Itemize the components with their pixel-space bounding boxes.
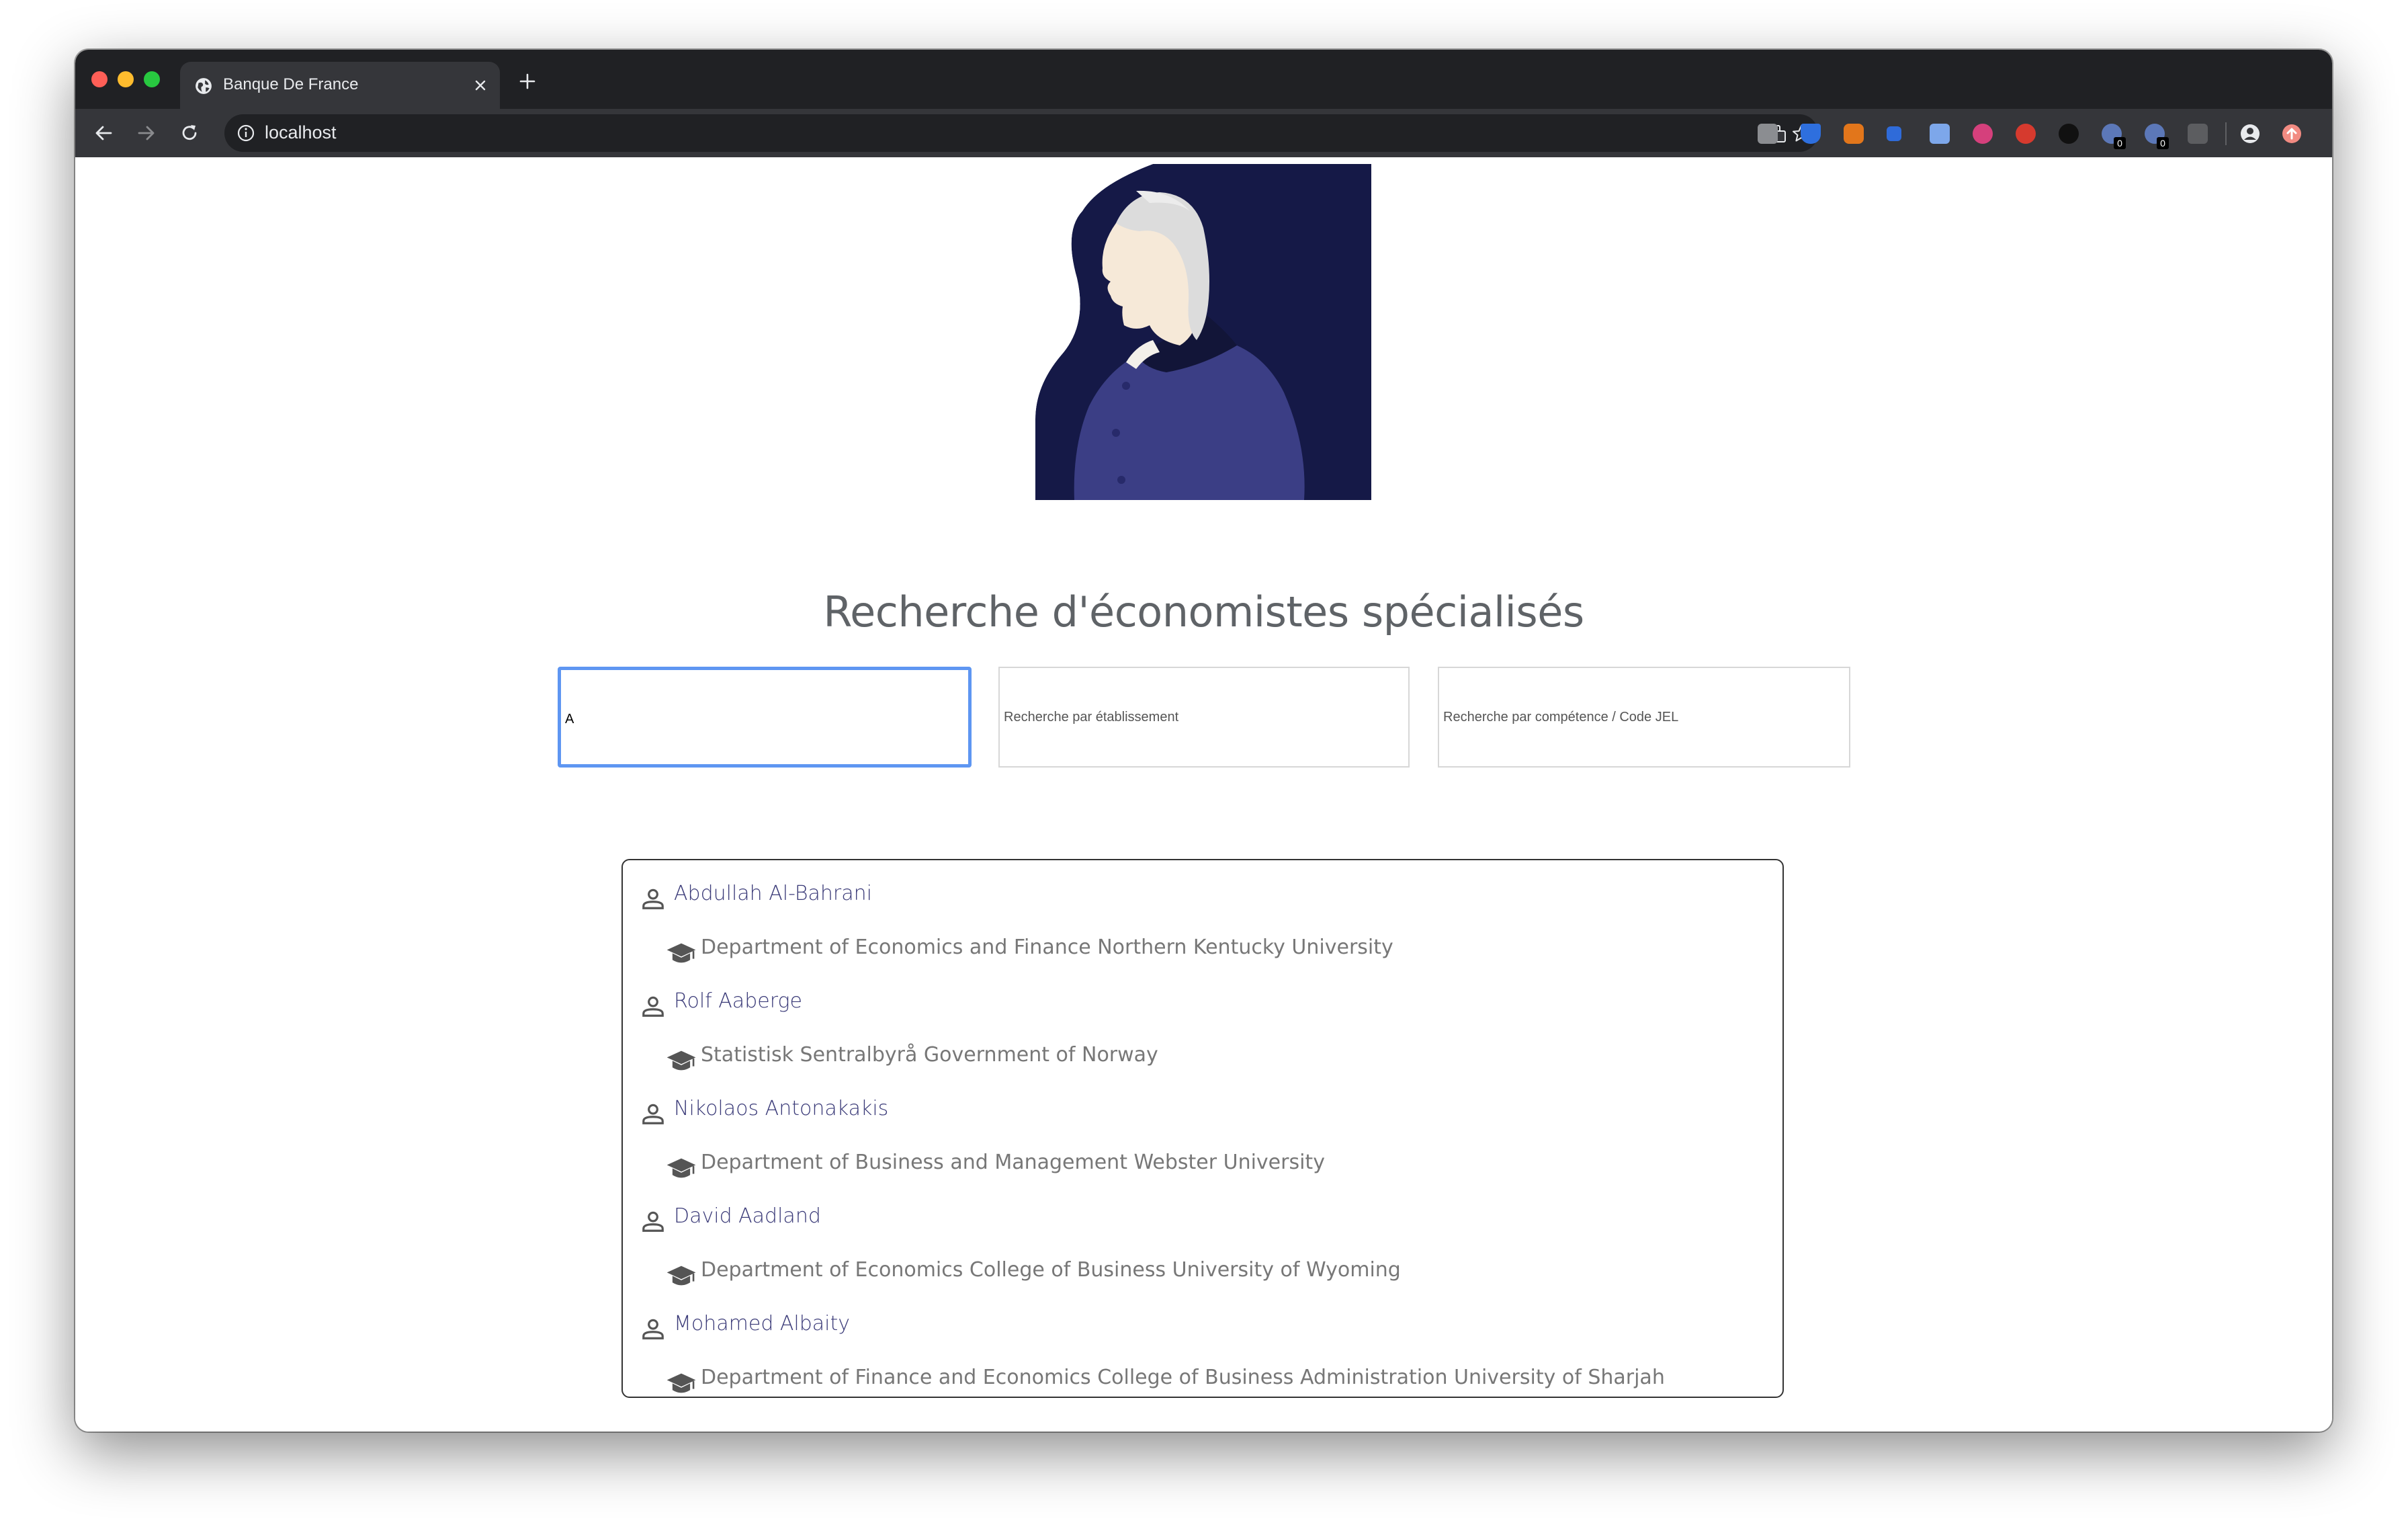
competence-search-input[interactable]: Recherche par compétence / Code JEL xyxy=(1438,667,1850,768)
facebook-extension-icon[interactable] xyxy=(1758,124,1778,144)
back-arrow-icon[interactable] xyxy=(93,122,114,144)
ml-extension-icon[interactable] xyxy=(2059,124,2079,144)
extension-badge: 0 xyxy=(2157,137,2169,149)
reload-icon[interactable] xyxy=(179,122,200,144)
adam-smith-portrait-image xyxy=(1035,164,1371,500)
calendar-extension-icon[interactable] xyxy=(1930,124,1950,144)
institution-name: Statistisk Sentralbyrå Government of Nor… xyxy=(701,1043,1158,1067)
stack-extension-icon[interactable] xyxy=(2188,124,2208,144)
graduation-cap-icon xyxy=(666,1373,696,1393)
tab-title: Banque De France xyxy=(223,75,359,93)
institution-name: Department of Business and Management We… xyxy=(701,1151,1325,1174)
maximize-window-button[interactable] xyxy=(144,71,160,87)
minimize-window-button[interactable] xyxy=(118,71,134,87)
institution-name: Department of Economics and Finance Nort… xyxy=(701,936,1393,959)
page-content: Recherche d'économistes spécialisés A Re… xyxy=(75,157,2332,1432)
results-dropdown[interactable]: Abdullah Al-Bahrani Department of Econom… xyxy=(621,859,1784,1398)
metamask-fox-icon[interactable] xyxy=(1844,124,1864,144)
economist-name: Mohamed Albaity xyxy=(674,1312,851,1335)
profile-avatar-icon[interactable] xyxy=(2240,124,2260,144)
new-tab-icon[interactable] xyxy=(519,73,536,90)
close-tab-icon[interactable] xyxy=(473,78,488,93)
institution-search-input[interactable]: Recherche par établissement xyxy=(998,667,1410,768)
info-icon[interactable] xyxy=(236,124,255,142)
graduation-cap-icon xyxy=(666,1050,696,1071)
economist-name: David Aadland xyxy=(674,1204,821,1228)
graduation-cap-icon xyxy=(666,943,696,963)
graduation-cap-icon xyxy=(666,1266,696,1286)
tab-banque-de-france[interactable]: Banque De France xyxy=(180,62,500,109)
name-search-input[interactable]: A xyxy=(558,667,972,768)
person-icon xyxy=(642,1104,664,1124)
toolbar-divider xyxy=(2225,122,2227,145)
browser-window: Banque De France localhost 0 0 Recherche… xyxy=(75,50,2332,1432)
person-icon xyxy=(642,1319,664,1339)
forward-arrow-icon[interactable] xyxy=(136,122,157,144)
institution-name: Department of Finance and Economics Coll… xyxy=(701,1366,1665,1389)
institution-search-placeholder: Recherche par établissement xyxy=(1004,710,1179,725)
graduation-cap-icon xyxy=(666,1158,696,1178)
extension-badge: 0 xyxy=(2114,137,2126,149)
institution-name: Department of Economics College of Busin… xyxy=(701,1258,1401,1282)
person-icon xyxy=(642,1211,664,1232)
page-title: Recherche d'économistes spécialisés xyxy=(823,587,1584,636)
red-circle-extension-icon[interactable] xyxy=(2016,124,2036,144)
person-icon xyxy=(642,888,664,909)
economist-name: Nikolaos Antonakakis xyxy=(674,1097,889,1120)
person-icon xyxy=(642,996,664,1017)
url-text: localhost xyxy=(265,122,337,142)
browser-toolbar: localhost G 0 0 xyxy=(75,109,2332,157)
address-bar[interactable]: localhost G xyxy=(224,114,1818,152)
competence-search-placeholder: Recherche par compétence / Code JEL xyxy=(1443,710,1679,725)
bitwarden-shield-icon[interactable] xyxy=(1801,124,1821,144)
tab-strip: Banque De France xyxy=(75,50,2332,109)
globe-icon xyxy=(196,78,212,94)
economist-name: Abdullah Al-Bahrani xyxy=(674,882,872,905)
pink-circle-extension-icon[interactable] xyxy=(1973,124,1993,144)
link-extension-icon-2[interactable]: 0 xyxy=(2145,124,2169,149)
name-search-value: A xyxy=(565,712,574,727)
economist-name: Rolf Aaberge xyxy=(674,989,802,1013)
update-arrow-icon[interactable] xyxy=(2282,124,2302,144)
close-window-button[interactable] xyxy=(91,71,108,87)
link-extension-icon[interactable]: 0 xyxy=(2102,124,2126,149)
puzzle-extension-icon[interactable] xyxy=(1887,126,1901,141)
